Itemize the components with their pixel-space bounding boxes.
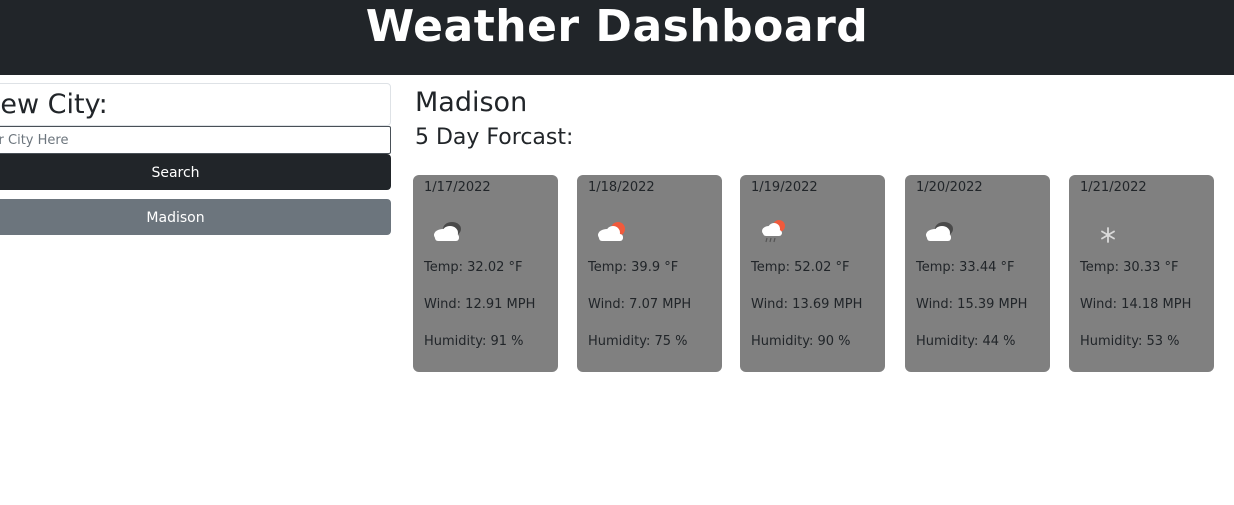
forecast-wind: Wind: 14.18 MPH (1080, 297, 1192, 312)
forecast-temp: Temp: 39.9 °F (588, 260, 679, 275)
forecast-card: 1/17/2022 Temp: 32.02 °F Wind: 12.91 MPH… (413, 175, 558, 372)
history-city-button[interactable]: Madison (0, 199, 391, 235)
forecast-humidity: Humidity: 53 % (1080, 334, 1180, 349)
forecast-humidity: Humidity: 44 % (916, 334, 1016, 349)
forecast-wind: Wind: 13.69 MPH (751, 297, 863, 312)
forecast-section: Madison 5 Day Forcast: (415, 86, 573, 152)
forecast-wind: Wind: 15.39 MPH (916, 297, 1028, 312)
forecast-wind: Wind: 7.07 MPH (588, 297, 692, 312)
cloud-dark-icon (428, 215, 547, 255)
forecast-humidity: Humidity: 91 % (424, 334, 524, 349)
forecast-title: 5 Day Forcast: (415, 125, 574, 150)
forecast-temp: Temp: 52.02 °F (751, 260, 850, 275)
forecast-cards: 1/17/2022 Temp: 32.02 °F Wind: 12.91 MPH… (413, 175, 1214, 372)
snowflake-icon (1084, 215, 1203, 255)
search-button[interactable]: Search (0, 154, 391, 190)
forecast-wind: Wind: 12.91 MPH (424, 297, 536, 312)
city-search-panel: View City: Search Madison (0, 83, 391, 235)
cloud-dark-icon (920, 215, 1039, 255)
view-city-heading: View City: (0, 89, 108, 120)
city-search-input[interactable] (0, 126, 391, 154)
forecast-date: 1/17/2022 (424, 180, 491, 195)
forecast-card: 1/18/2022 Temp: 39.9 °F Wind: 7.07 MPH H… (577, 175, 722, 372)
forecast-date: 1/18/2022 (588, 180, 655, 195)
forecast-card: 1/21/2022 Temp: 30.33 °F Wind: 14.18 MPH… (1069, 175, 1214, 372)
view-city-heading-box: View City: (0, 83, 391, 126)
forecast-humidity: Humidity: 75 % (588, 334, 688, 349)
forecast-humidity: Humidity: 90 % (751, 334, 851, 349)
forecast-temp: Temp: 30.33 °F (1080, 260, 1179, 275)
forecast-temp: Temp: 32.02 °F (424, 260, 523, 275)
forecast-date: 1/19/2022 (751, 180, 818, 195)
page-title: Weather Dashboard (365, 1, 869, 52)
forecast-card: 1/20/2022 Temp: 33.44 °F Wind: 15.39 MPH… (905, 175, 1050, 372)
cloud-sun-icon (592, 215, 711, 255)
rain-sun-icon (755, 215, 874, 255)
page-header: Weather Dashboard (0, 0, 1234, 75)
forecast-temp: Temp: 33.44 °F (916, 260, 1015, 275)
current-city-name: Madison (415, 87, 528, 118)
forecast-card: 1/19/2022 Temp: 52.02 °F Wind: 13.69 MPH… (740, 175, 885, 372)
forecast-date: 1/21/2022 (1080, 180, 1147, 195)
forecast-date: 1/20/2022 (916, 180, 983, 195)
